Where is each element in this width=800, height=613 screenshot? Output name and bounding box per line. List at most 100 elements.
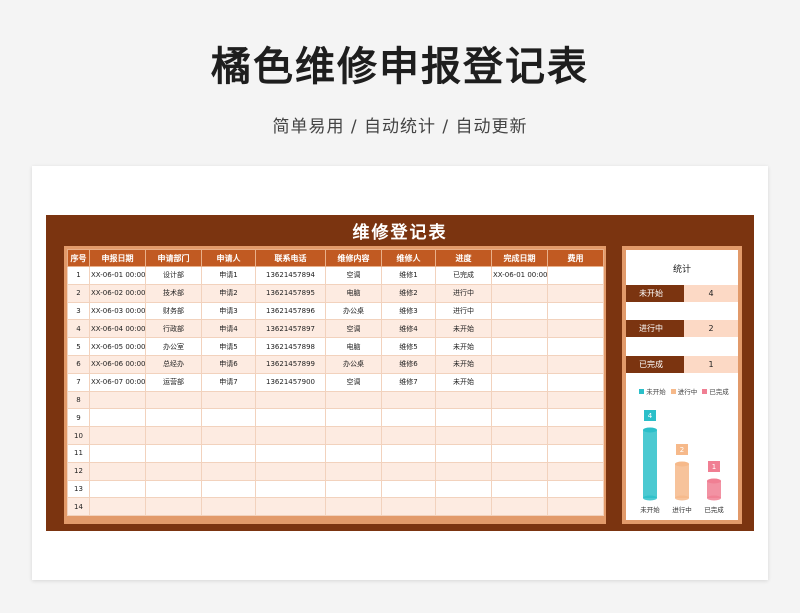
table-cell[interactable] (255, 443, 326, 463)
table-cell[interactable]: 4 (67, 319, 90, 339)
table-cell[interactable] (325, 461, 382, 481)
table-cell[interactable] (547, 390, 604, 410)
table-cell[interactable]: 设计部 (145, 266, 202, 285)
table-cell[interactable]: XX-06-03 00:00:00 (89, 301, 146, 321)
table-cell[interactable]: 申请7 (201, 372, 256, 392)
table-cell[interactable]: 7 (67, 372, 90, 392)
table-cell[interactable] (89, 443, 146, 463)
table-cell[interactable] (491, 461, 548, 481)
table-cell[interactable]: 10 (67, 426, 90, 445)
table-cell[interactable] (547, 443, 604, 463)
table-cell[interactable]: 财务部 (145, 301, 202, 321)
table-cell[interactable] (325, 390, 382, 410)
table-cell[interactable]: 申请6 (201, 354, 256, 374)
table-cell[interactable] (325, 497, 382, 517)
table-cell[interactable]: 8 (67, 390, 90, 410)
table-cell[interactable]: 6 (67, 354, 90, 374)
table-cell[interactable] (381, 497, 436, 517)
column-header[interactable]: 维修人 (381, 249, 436, 267)
table-cell[interactable] (255, 461, 326, 481)
table-cell[interactable]: 空调 (325, 372, 382, 392)
table-cell[interactable]: 未开始 (435, 319, 492, 339)
table-cell[interactable]: 13621457895 (255, 283, 326, 303)
column-header[interactable]: 序号 (67, 249, 90, 267)
table-cell[interactable]: 1 (67, 266, 90, 285)
table-cell[interactable] (491, 372, 548, 392)
table-cell[interactable] (145, 497, 202, 517)
table-cell[interactable] (255, 426, 326, 445)
table-cell[interactable] (547, 372, 604, 392)
table-cell[interactable] (201, 408, 256, 428)
table-cell[interactable]: 2 (67, 283, 90, 303)
table-cell[interactable]: 行政部 (145, 319, 202, 339)
table-cell[interactable]: 运营部 (145, 372, 202, 392)
table-cell[interactable] (491, 390, 548, 410)
table-cell[interactable] (381, 461, 436, 481)
table-cell[interactable]: 5 (67, 337, 90, 356)
table-cell[interactable] (201, 497, 256, 517)
table-cell[interactable] (381, 408, 436, 428)
table-cell[interactable] (89, 497, 146, 517)
column-header[interactable]: 费用 (547, 249, 604, 267)
table-cell[interactable] (491, 319, 548, 339)
table-cell[interactable] (145, 461, 202, 481)
table-cell[interactable]: 13621457898 (255, 337, 326, 356)
table-cell[interactable]: 13 (67, 479, 90, 499)
table-cell[interactable]: 11 (67, 443, 90, 463)
table-cell[interactable] (201, 390, 256, 410)
bar[interactable] (643, 430, 657, 498)
table-cell[interactable]: 申请3 (201, 301, 256, 321)
table-cell[interactable] (435, 426, 492, 445)
table-cell[interactable]: 9 (67, 408, 90, 428)
table-cell[interactable] (435, 479, 492, 499)
table-cell[interactable] (325, 479, 382, 499)
table-cell[interactable] (255, 497, 326, 517)
table-cell[interactable] (381, 426, 436, 445)
table-cell[interactable]: 13621457894 (255, 266, 326, 285)
table-cell[interactable] (145, 443, 202, 463)
table-cell[interactable]: 空调 (325, 266, 382, 285)
table-cell[interactable] (435, 408, 492, 428)
table-cell[interactable]: XX-06-01 00:00:00 (491, 266, 548, 285)
table-cell[interactable]: XX-06-02 00:00:00 (89, 283, 146, 303)
table-cell[interactable] (89, 461, 146, 481)
column-header[interactable]: 进度 (435, 249, 492, 267)
table-cell[interactable] (325, 426, 382, 445)
table-cell[interactable]: XX-06-05 00:00:00 (89, 337, 146, 356)
table-cell[interactable] (145, 426, 202, 445)
table-cell[interactable]: XX-06-06 00:00:00 (89, 354, 146, 374)
table-cell[interactable]: 申请2 (201, 283, 256, 303)
table-cell[interactable] (547, 479, 604, 499)
table-cell[interactable]: 申请5 (201, 337, 256, 356)
table-cell[interactable] (435, 443, 492, 463)
table-cell[interactable] (255, 479, 326, 499)
table-cell[interactable]: 维修5 (381, 337, 436, 356)
table-cell[interactable] (201, 443, 256, 463)
table-cell[interactable] (381, 390, 436, 410)
table-cell[interactable]: 进行中 (435, 301, 492, 321)
table-cell[interactable]: 13621457900 (255, 372, 326, 392)
table-cell[interactable] (491, 354, 548, 374)
table-cell[interactable] (381, 443, 436, 463)
table-cell[interactable]: 未开始 (435, 372, 492, 392)
table-cell[interactable]: 维修7 (381, 372, 436, 392)
table-cell[interactable]: 13621457896 (255, 301, 326, 321)
table-cell[interactable] (547, 337, 604, 356)
stat-value[interactable]: 4 (684, 285, 738, 302)
table-cell[interactable] (491, 283, 548, 303)
table-cell[interactable] (201, 461, 256, 481)
table-cell[interactable]: 维修6 (381, 354, 436, 374)
table-cell[interactable] (89, 479, 146, 499)
table-cell[interactable] (255, 408, 326, 428)
table-cell[interactable] (381, 479, 436, 499)
table-cell[interactable] (89, 390, 146, 410)
table-cell[interactable] (435, 390, 492, 410)
table-cell[interactable] (435, 497, 492, 517)
column-header[interactable]: 完成日期 (491, 249, 548, 267)
table-cell[interactable] (201, 479, 256, 499)
table-cell[interactable] (255, 390, 326, 410)
table-cell[interactable]: 电脑 (325, 337, 382, 356)
bar[interactable] (675, 464, 689, 498)
table-cell[interactable]: 申请4 (201, 319, 256, 339)
table-cell[interactable] (491, 337, 548, 356)
